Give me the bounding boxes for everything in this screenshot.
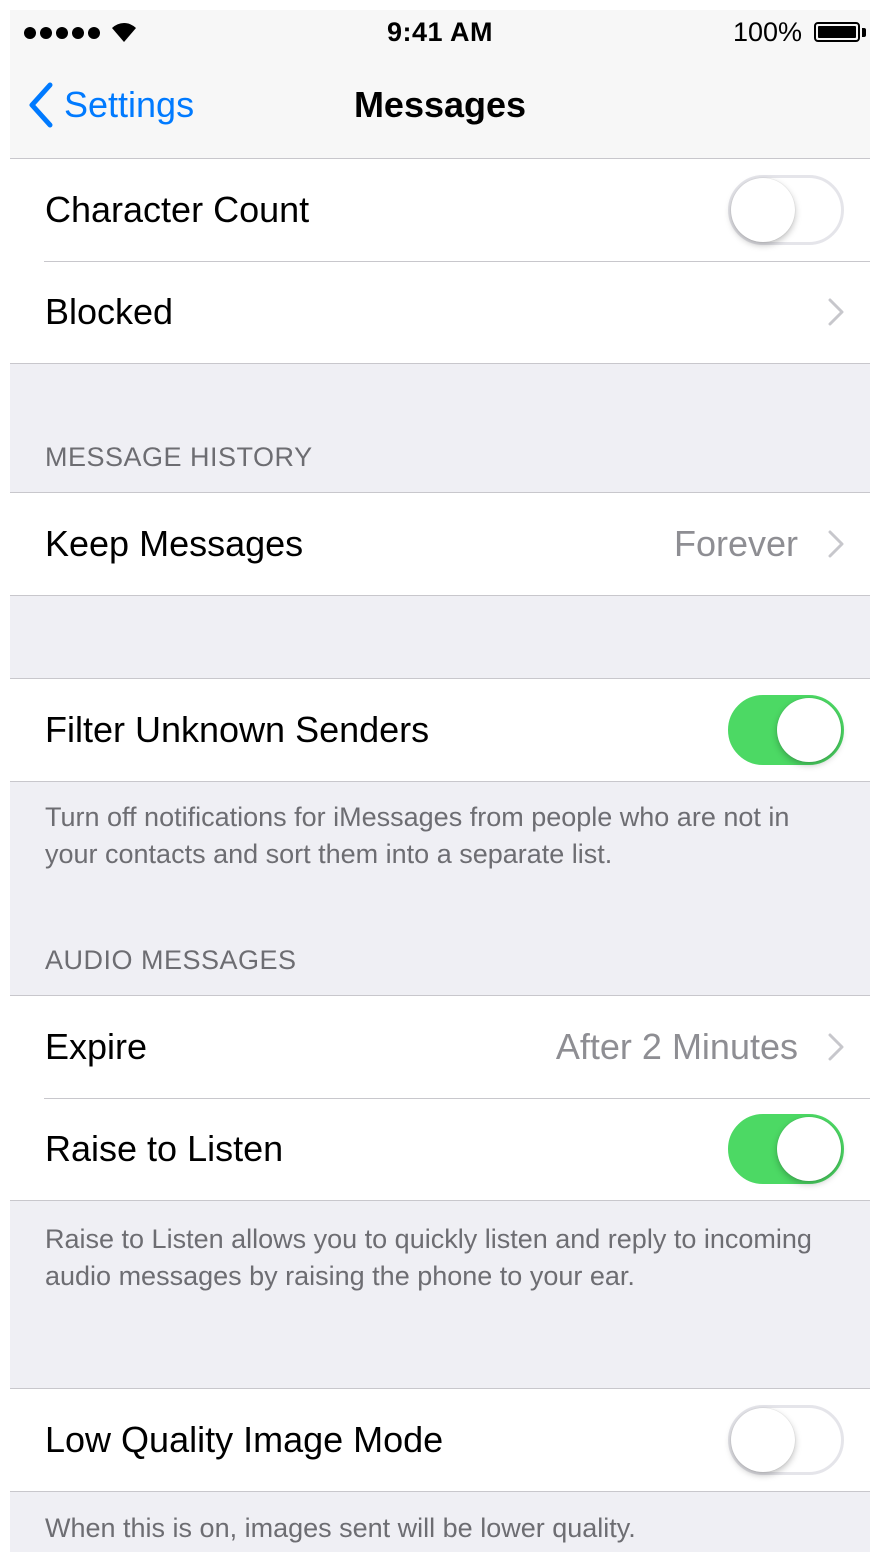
navigation-bar: Settings Messages — [10, 52, 870, 159]
chevron-right-icon — [828, 530, 844, 558]
settings-group-message-history: Keep Messages Forever — [10, 492, 870, 596]
row-label: Character Count — [45, 189, 310, 230]
row-low-quality-image-mode: Low Quality Image Mode — [10, 1389, 870, 1491]
row-raise-to-listen: Raise to Listen — [10, 1098, 870, 1200]
row-value: After 2 Minutes — [555, 1026, 798, 1067]
battery-icon — [814, 22, 860, 42]
row-label: Low Quality Image Mode — [45, 1419, 444, 1460]
page-title: Messages — [353, 84, 527, 125]
section-header-audio-messages: AUDIO MESSAGES — [45, 945, 297, 975]
row-label: Raise to Listen — [45, 1128, 284, 1169]
row-label: Keep Messages — [45, 523, 304, 564]
row-blocked[interactable]: Blocked — [10, 261, 870, 363]
filter-unknown-senders-toggle[interactable] — [728, 695, 844, 765]
settings-group-filter: Filter Unknown Senders — [10, 678, 870, 782]
section-header-message-history: MESSAGE HISTORY — [45, 442, 313, 472]
row-character-count: Character Count — [10, 159, 870, 261]
raise-to-listen-note: Raise to Listen allows you to quickly li… — [45, 1224, 812, 1291]
toggle-knob — [777, 698, 841, 762]
messages-settings-screen: 9:41 AM 100% Settings Messages Character… — [10, 10, 870, 1552]
low-quality-image-mode-note: When this is on, images sent will be low… — [45, 1513, 636, 1543]
row-filter-unknown-senders: Filter Unknown Senders — [10, 679, 870, 781]
filter-unknown-senders-note: Turn off notifications for iMessages fro… — [45, 802, 790, 869]
chevron-right-icon — [828, 1033, 844, 1061]
settings-group-audio-messages: Expire After 2 Minutes Raise to Listen — [10, 995, 870, 1201]
battery-percent: 100% — [732, 17, 802, 47]
row-value: Forever — [673, 523, 798, 564]
low-quality-image-mode-toggle[interactable] — [728, 1405, 844, 1475]
status-bar: 9:41 AM 100% — [10, 10, 870, 52]
toggle-knob — [731, 178, 795, 242]
row-label: Filter Unknown Senders — [45, 709, 430, 750]
settings-group-general: Character Count Blocked — [10, 158, 870, 364]
battery-terminal — [862, 28, 866, 37]
toggle-knob — [731, 1408, 795, 1472]
chevron-right-icon — [828, 298, 844, 326]
row-label: Blocked — [45, 291, 174, 332]
settings-group-image-quality: Low Quality Image Mode — [10, 1388, 870, 1492]
row-expire[interactable]: Expire After 2 Minutes — [10, 996, 870, 1098]
character-count-toggle[interactable] — [728, 175, 844, 245]
toggle-knob — [777, 1117, 841, 1181]
row-keep-messages[interactable]: Keep Messages Forever — [10, 493, 870, 595]
row-label: Expire — [45, 1026, 148, 1067]
raise-to-listen-toggle[interactable] — [728, 1114, 844, 1184]
